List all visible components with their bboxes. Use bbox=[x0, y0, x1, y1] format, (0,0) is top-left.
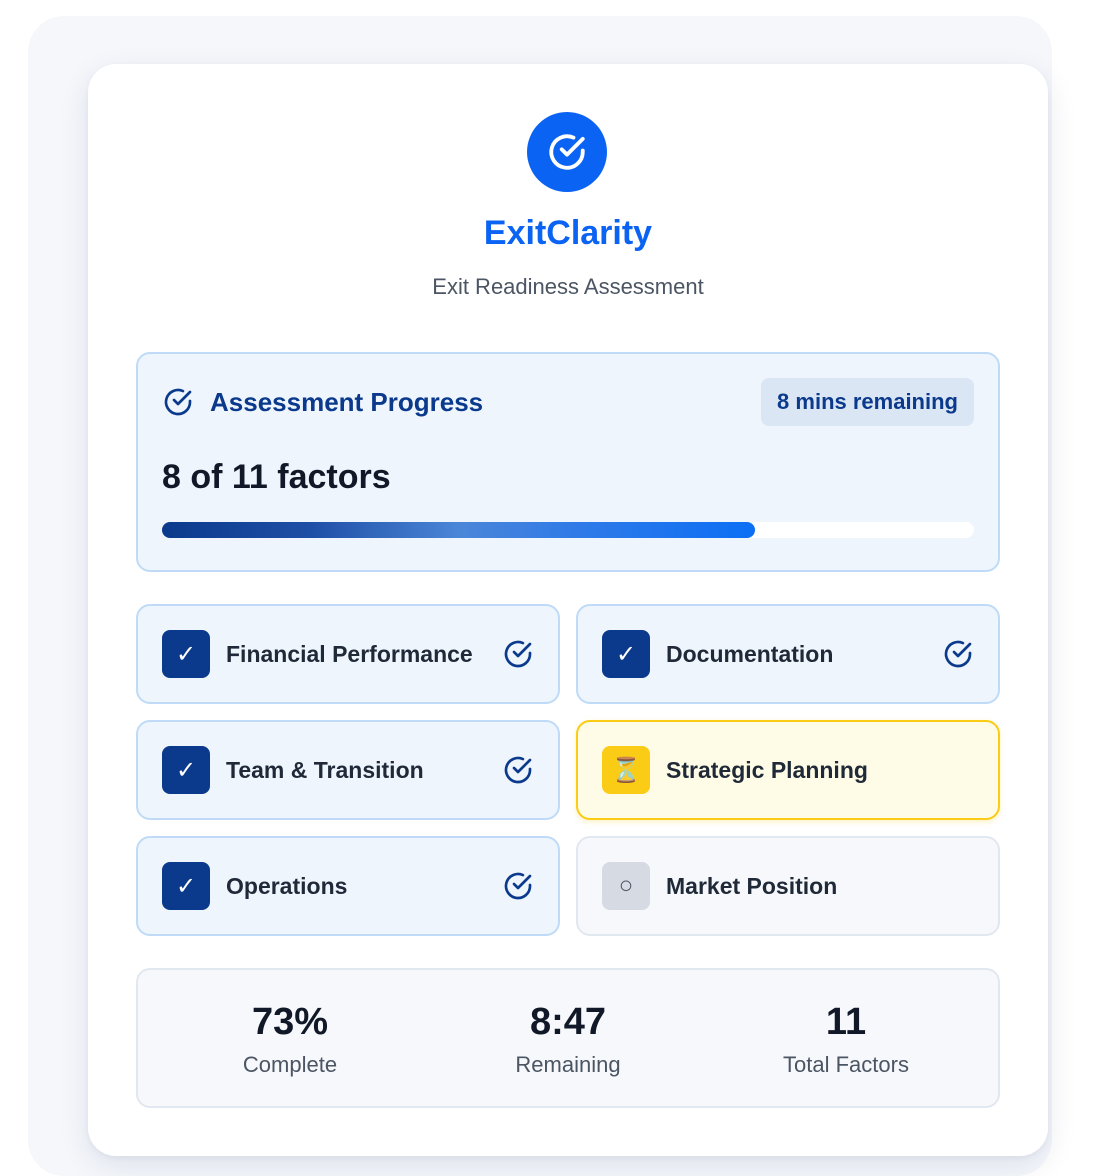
factor-card[interactable]: ✓ Team & Transition bbox=[136, 720, 560, 820]
factor-card[interactable]: ○ Market Position bbox=[576, 836, 1000, 936]
assessment-card: ExitClarity Exit Readiness Assessment As… bbox=[88, 64, 1048, 1156]
factor-label: Team & Transition bbox=[226, 757, 424, 783]
logo bbox=[527, 112, 607, 192]
factor-label: Documentation bbox=[666, 641, 834, 667]
stat-value: 73% bbox=[251, 1001, 329, 1043]
stat-complete: 73% Complete bbox=[170, 998, 410, 1078]
check-circle-icon bbox=[502, 638, 534, 670]
stat-remaining: 8:47 Remaining bbox=[448, 998, 688, 1078]
circle-icon: ○ bbox=[602, 862, 650, 910]
checkbox-checked-icon: ✓ bbox=[162, 746, 210, 794]
progress-bar bbox=[162, 522, 974, 538]
factor-card[interactable]: ⏳ Strategic Planning bbox=[576, 720, 1000, 820]
checkbox-checked-icon: ✓ bbox=[162, 862, 210, 910]
check-circle-icon bbox=[164, 388, 192, 416]
time-remaining-badge: 8 mins remaining bbox=[761, 378, 974, 426]
check-circle-icon bbox=[502, 870, 534, 902]
check-circle-icon bbox=[502, 754, 534, 786]
checkbox-checked-icon: ✓ bbox=[162, 630, 210, 678]
stats-panel: 73% Complete 8:47 Remaining 11 Total Fac… bbox=[136, 968, 1000, 1108]
factor-card[interactable]: ✓ Documentation bbox=[576, 604, 1000, 704]
hourglass-icon: ⏳ bbox=[602, 746, 650, 794]
stat-value: 8:47 bbox=[529, 1001, 607, 1043]
brand-title: ExitClarity bbox=[483, 214, 653, 252]
page-subtitle: Exit Readiness Assessment bbox=[432, 274, 704, 299]
checkbox-checked-icon: ✓ bbox=[602, 630, 650, 678]
factor-card[interactable]: ✓ Financial Performance bbox=[136, 604, 560, 704]
stat-label: Remaining bbox=[515, 1052, 621, 1077]
factor-label: Financial Performance bbox=[226, 641, 473, 667]
progress-title: Assessment Progress bbox=[210, 387, 484, 417]
check-circle-icon bbox=[549, 134, 585, 170]
progress-panel: Assessment Progress 8 mins remaining 8 o… bbox=[136, 352, 1000, 572]
stat-label: Total Factors bbox=[783, 1052, 909, 1077]
factors-count: 8 of 11 factors bbox=[162, 458, 391, 496]
factor-card[interactable]: ✓ Operations bbox=[136, 836, 560, 936]
progress-bar-fill bbox=[162, 522, 755, 538]
stat-label: Complete bbox=[242, 1052, 338, 1077]
outer-frame: ExitClarity Exit Readiness Assessment As… bbox=[28, 16, 1052, 1176]
stat-total-factors: 11 Total Factors bbox=[726, 998, 966, 1078]
stat-value: 11 bbox=[825, 1001, 867, 1043]
factor-label: Strategic Planning bbox=[666, 757, 868, 783]
check-circle-icon bbox=[942, 638, 974, 670]
factor-label: Operations bbox=[226, 873, 348, 899]
factor-label: Market Position bbox=[666, 873, 838, 899]
